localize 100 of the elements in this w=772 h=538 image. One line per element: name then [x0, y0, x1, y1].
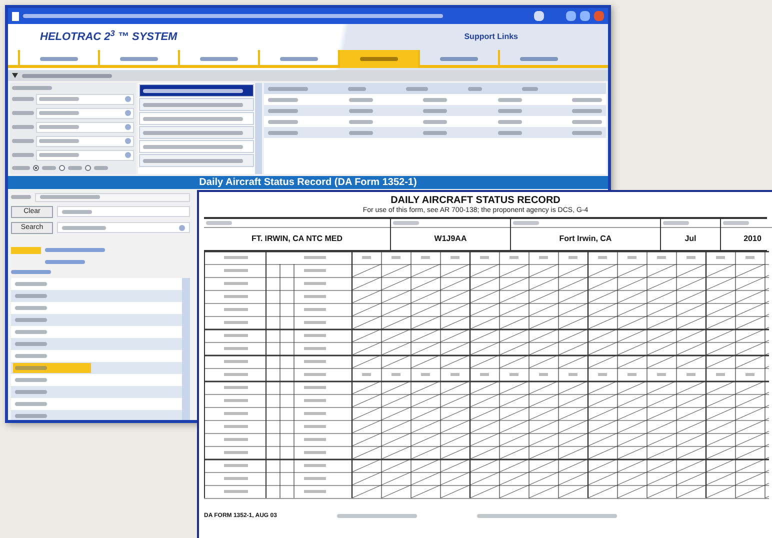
report-dropdown[interactable]	[57, 222, 190, 233]
blurred-text	[423, 130, 447, 134]
blurred-text	[45, 260, 85, 264]
blurred-text	[39, 153, 79, 158]
blurred-text	[15, 282, 47, 286]
report-date-item[interactable]	[11, 314, 182, 326]
blurred-text	[498, 120, 522, 124]
year-value: 2010	[742, 233, 762, 245]
blurred-text	[206, 221, 232, 225]
blurred-text	[15, 342, 47, 346]
blurred-text	[513, 221, 539, 225]
blurred-text	[45, 248, 105, 252]
blurred-text	[468, 86, 482, 90]
legend-swatch	[11, 246, 41, 254]
blurred-text	[572, 120, 602, 124]
unit-name: FT. IRWIN, CA NTC MED	[250, 233, 344, 245]
blurred-text	[39, 111, 79, 116]
report-date-item[interactable]	[11, 338, 182, 350]
page-icon	[12, 12, 19, 20]
blurred-text	[423, 120, 447, 124]
blurred-text	[39, 97, 79, 102]
input-field[interactable]	[57, 206, 190, 217]
blurred-text	[68, 166, 82, 170]
section-banner: Daily Aircraft Status Record (DA Form 1352-1)	[8, 176, 608, 189]
blurred-text	[39, 125, 79, 130]
aircraft-list-item[interactable]	[139, 84, 254, 97]
blurred-text	[15, 354, 47, 358]
blurred-text	[348, 130, 372, 134]
blurred-text	[200, 57, 238, 61]
support-link[interactable]: Support Links	[464, 31, 518, 43]
table-row[interactable]	[264, 127, 606, 138]
blurred-text	[15, 306, 47, 310]
location-name: Fort Irwin, CA	[558, 233, 613, 245]
blurred-text	[440, 57, 478, 61]
blurred-text	[498, 130, 522, 134]
blurred-text	[360, 57, 398, 61]
app-logo: HELOTRAC 2$^{3}$ ™ SYSTEM	[40, 28, 178, 45]
blurred-text	[348, 108, 372, 112]
blurred-text	[15, 366, 47, 370]
scrollbar[interactable]	[255, 83, 262, 174]
scrollbar[interactable]	[182, 278, 190, 420]
table-row[interactable]	[264, 105, 606, 116]
blurred-text	[423, 108, 447, 112]
blurred-text	[12, 153, 34, 158]
date-range-field[interactable]	[35, 192, 190, 202]
blurred-text	[12, 86, 52, 90]
month-value: Jul	[684, 233, 698, 245]
blurred-text	[12, 166, 30, 170]
blurred-text	[12, 125, 34, 130]
restore-button[interactable]	[580, 11, 590, 21]
blurred-text	[723, 221, 749, 225]
form-title: DAILY AIRCRAFT STATUS RECORD	[390, 195, 562, 206]
blurred-text	[572, 98, 602, 102]
blurred-text	[15, 390, 47, 394]
blurred-text	[62, 210, 92, 214]
blurred-text	[393, 221, 419, 225]
blurred-text	[15, 330, 47, 334]
radio-button[interactable]	[59, 164, 65, 171]
blurred-text	[572, 130, 602, 134]
report-date-item[interactable]	[11, 290, 182, 302]
report-date-item[interactable]	[11, 410, 182, 420]
blurred-text	[12, 139, 34, 144]
report-date-item[interactable]	[11, 386, 182, 398]
minimize-button[interactable]	[566, 11, 576, 21]
blurred-text	[268, 120, 298, 124]
blurred-text	[406, 86, 428, 90]
blurred-text	[15, 378, 47, 382]
blurred-text	[522, 86, 538, 90]
blurred-text	[268, 108, 298, 112]
blurred-text	[12, 97, 34, 102]
radio-button[interactable]	[85, 164, 91, 171]
blurred-text	[348, 120, 372, 124]
blurred-text	[15, 318, 47, 322]
blurred-text	[40, 57, 78, 61]
blurred-text	[42, 166, 56, 170]
blurred-text	[40, 195, 100, 199]
maximize-button[interactable]	[534, 11, 544, 21]
blurred-text	[572, 108, 602, 112]
blurred-text	[12, 111, 34, 116]
blurred-text	[15, 402, 47, 406]
blurred-text	[15, 294, 47, 298]
uic-code: W1J9AA	[433, 233, 468, 245]
blurred-text	[15, 414, 47, 418]
blurred-text	[498, 98, 522, 102]
blurred-text	[11, 195, 31, 199]
aircraft-listbox[interactable]	[138, 83, 255, 174]
report-date-item[interactable]	[11, 362, 182, 374]
blurred-text	[94, 166, 108, 170]
nav-tab[interactable]	[338, 50, 418, 68]
blurred-text	[11, 270, 51, 274]
blurred-text	[268, 86, 308, 90]
blurred-text	[663, 221, 689, 225]
blurred-text	[120, 57, 158, 61]
blurred-text	[520, 57, 558, 61]
blurred-text	[348, 86, 366, 90]
blurred-text	[423, 98, 447, 102]
blurred-text	[268, 98, 298, 102]
blurred-text	[39, 139, 79, 144]
close-button[interactable]	[594, 11, 604, 21]
radio-button[interactable]	[33, 164, 39, 171]
